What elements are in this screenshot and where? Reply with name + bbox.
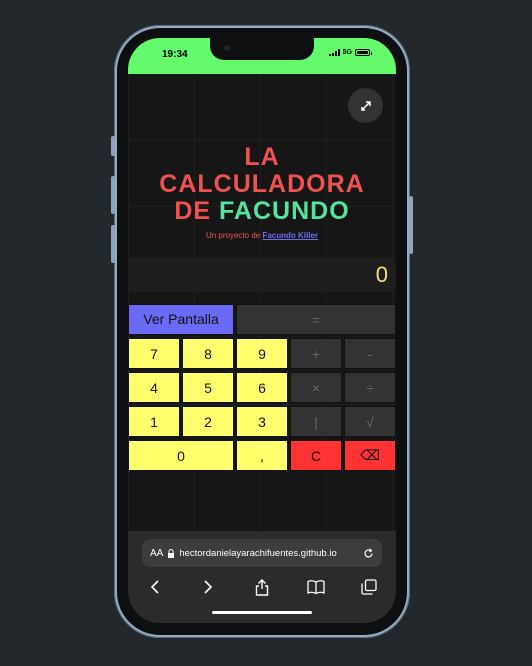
key-3[interactable]: 3 [236,406,288,437]
equals-button[interactable]: = [236,304,396,335]
ver-pantalla-button[interactable]: Ver Pantalla [128,304,234,335]
address-bar[interactable]: AA hectordanielayarachifuentes.github.io [142,539,382,567]
reload-icon[interactable] [363,548,374,559]
subtitle: Un proyecto de Facundo Killer [128,231,396,240]
back-button[interactable] [143,576,167,598]
multiply-button[interactable]: × [290,372,342,403]
key-5[interactable]: 5 [182,372,234,403]
backspace-button[interactable]: ⌫ [344,440,396,471]
key-9[interactable]: 9 [236,338,288,369]
share-arrows-icon [360,100,371,111]
silent-switch [111,136,115,156]
sqrt-button[interactable]: √ [344,406,396,437]
chevron-right-icon [204,580,213,594]
title-line-2: CALCULADORA [159,170,365,198]
calculator-display: 0 [128,258,396,292]
power-button [409,196,413,254]
volume-down-button [111,225,115,263]
camera-icon [224,45,230,51]
book-icon [306,580,325,594]
tabs-icon [361,579,377,595]
author-link[interactable]: Facundo Killer [262,231,318,240]
network-label: 5G [342,49,352,56]
comma-button[interactable]: , [236,440,288,471]
signal-icon [328,49,340,56]
minus-button[interactable]: - [344,338,396,369]
bookmarks-button[interactable] [304,576,328,598]
key-6[interactable]: 6 [236,372,288,403]
notch [210,38,314,60]
title-line-1: LA [244,143,280,171]
browser-nav [128,576,396,598]
share-button[interactable] [348,88,383,123]
lock-icon [168,548,175,558]
title-de: DE [174,197,212,225]
browser-toolbar: AA hectordanielayarachifuentes.github.io [128,531,396,623]
volume-up-button [111,176,115,214]
key-1[interactable]: 1 [128,406,180,437]
key-4[interactable]: 4 [128,372,180,403]
clear-button[interactable]: C [290,440,342,471]
plus-button[interactable]: + [290,338,342,369]
key-2[interactable]: 2 [182,406,234,437]
subtitle-prefix: Un proyecto de [205,231,261,240]
title-facundo: FACUNDO [219,197,350,225]
reader-aa-button[interactable]: AA [150,548,163,559]
url-text: hectordanielayarachifuentes.github.io [179,547,337,559]
key-8[interactable]: 8 [182,338,234,369]
phone-screen: 19:34 5G LA CALCULADORA DE FACUNDO Un pr… [128,38,396,623]
pipe-button[interactable]: | [290,406,342,437]
key-0[interactable]: 0 [128,440,234,471]
share-icon [255,578,269,596]
status-icons: 5G [328,49,372,56]
forward-button[interactable] [196,576,220,598]
divide-button[interactable]: ÷ [344,372,396,403]
status-time: 19:34 [162,49,188,60]
tabs-button[interactable] [357,576,381,598]
battery-icon [355,49,372,56]
key-7[interactable]: 7 [128,338,180,369]
home-indicator [212,611,312,614]
share-sheet-button[interactable] [250,576,274,598]
chevron-left-icon [150,580,159,594]
title-line-3: DE FACUNDO [128,198,396,225]
page-title: LA CALCULADORA DE FACUNDO [128,144,396,225]
